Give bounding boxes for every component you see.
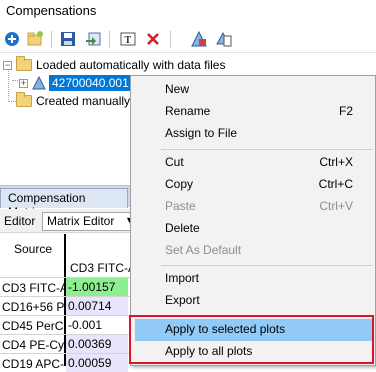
menu-item-paste[interactable]: Paste Ctrl+V [135, 196, 373, 218]
menu-item-shortcut: Ctrl+C [318, 177, 353, 191]
tree-node-manual-label: Created manually [36, 94, 131, 108]
tree-node-file-label: 42700040.001 [49, 75, 132, 91]
tree-node-auto-label: Loaded automatically with data files [36, 58, 226, 72]
menu-item-import[interactable]: Import [135, 268, 373, 290]
folder-icon [16, 56, 32, 71]
menu-item-label: Cut [165, 155, 184, 169]
expand-icon[interactable]: + [19, 78, 28, 88]
row-label: CD3 FITC-A [2, 281, 64, 295]
matrix-cell[interactable]: -0.001 [66, 316, 128, 334]
import-icon [86, 32, 101, 46]
matrix-cell[interactable]: 0.00369 [66, 335, 128, 353]
menu-item-set-as-default[interactable]: Set As Default [135, 240, 373, 262]
menu-item-delete[interactable]: Delete [135, 218, 373, 240]
text-edit-icon: T [120, 32, 136, 46]
menu-item-assign-to-file[interactable]: Assign to File [135, 123, 373, 145]
menu-separator [161, 149, 373, 150]
row-label: CD16+56 PE [2, 300, 64, 314]
menu-item-cut[interactable]: Cut Ctrl+X [135, 152, 373, 174]
menu-item-label: Set As Default [165, 243, 242, 257]
menu-item-label: Export [165, 293, 200, 307]
apply-comp-icon [191, 30, 207, 47]
source-label: Source [14, 242, 53, 256]
editor-dropdown-value: Matrix Editor [47, 214, 115, 228]
tree-node-manual[interactable]: Created manually [3, 92, 130, 110]
row-label: CD45 PerCP [2, 319, 64, 333]
collapse-icon[interactable]: − [3, 60, 12, 70]
menu-item-new[interactable]: New [135, 79, 373, 101]
compensation-icon [32, 76, 46, 90]
editor-dropdown[interactable]: Matrix Editor ▼ [42, 212, 138, 231]
tree-node-file[interactable]: + 42700040.001 [19, 74, 132, 92]
menu-item-rename[interactable]: Rename F2 [135, 101, 373, 123]
svg-text:T: T [125, 35, 132, 46]
toolbar: T [0, 27, 376, 53]
delete-x-icon [147, 33, 159, 45]
menu-item-label: Paste [165, 199, 196, 213]
tree-node-auto[interactable]: − Loaded automatically with data files [3, 56, 225, 74]
editor-label: Editor [4, 214, 36, 228]
matrix-cell[interactable]: -1.00157 [66, 278, 128, 296]
apply-comp-button[interactable] [189, 29, 209, 49]
save-button[interactable] [58, 29, 78, 49]
menu-item-label: Delete [165, 221, 200, 235]
menu-item-shortcut: F2 [338, 104, 353, 118]
menu-separator [161, 265, 373, 266]
menu-item-shortcut: Ctrl+X [319, 155, 353, 169]
menu-item-label: Import [165, 271, 200, 285]
menu-item-label: Copy [165, 177, 194, 191]
matrix-cell[interactable]: 0.00059 [66, 354, 128, 372]
open-button[interactable] [25, 29, 45, 49]
column-header: CD3 FITC-A [70, 261, 136, 275]
copy-comp-button[interactable] [214, 29, 234, 49]
save-icon [61, 32, 75, 46]
menu-item-copy[interactable]: Copy Ctrl+C [135, 174, 373, 196]
add-button[interactable] [2, 29, 22, 49]
menu-item-shortcut: Ctrl+V [319, 199, 353, 213]
menu-item-label: New [165, 82, 190, 96]
folder-icon [16, 92, 32, 107]
menu-item-label: Rename [165, 104, 211, 118]
add-circle-icon [5, 32, 19, 46]
matrix-cell[interactable]: 0.00714 [66, 297, 128, 315]
row-label: CD19 APC-A [2, 357, 64, 371]
import-button[interactable] [83, 29, 103, 49]
window-title: Compensations [0, 0, 376, 24]
copy-comp-icon [216, 31, 232, 47]
open-folder-icon [27, 31, 43, 46]
menu-item-label: Assign to File [165, 126, 238, 140]
text-edit-button[interactable]: T [118, 29, 138, 49]
row-label: CD4 PE-Cy7 [2, 338, 64, 352]
highlight-callout [129, 315, 374, 364]
delete-button[interactable] [143, 29, 163, 49]
menu-item-export[interactable]: Export [135, 290, 373, 312]
tab-compensation-matrix[interactable]: Compensation Matrix [0, 188, 128, 219]
